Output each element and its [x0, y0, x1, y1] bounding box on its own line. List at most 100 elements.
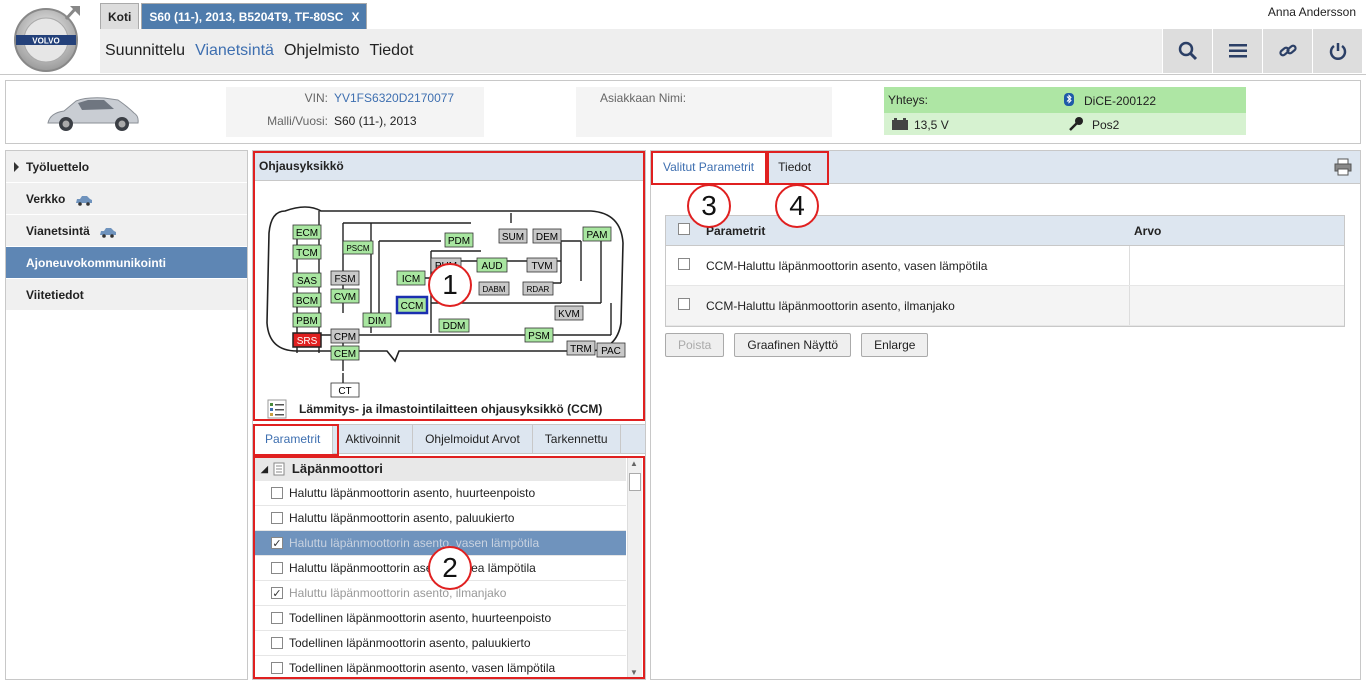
expand-triangle-icon: [14, 162, 19, 172]
graph-button[interactable]: Graafinen Näyttö: [734, 333, 852, 357]
checkbox[interactable]: [271, 612, 283, 624]
scrollbar-thumb[interactable]: [629, 473, 641, 491]
sidebar-item-tyoluettelo[interactable]: Työluettelo: [6, 151, 247, 183]
connection-device: DiCE-200122: [1084, 94, 1157, 108]
checkbox[interactable]: [271, 662, 283, 674]
select-all-checkbox[interactable]: [678, 223, 690, 235]
list-item-label: Haluttu läpänmoottorin asento, ilmanjako: [289, 586, 507, 600]
tab-aktivoinnit[interactable]: Aktivoinnit: [333, 425, 414, 454]
table-row[interactable]: CCM-Haluttu läpänmoottorin asento, vasen…: [666, 246, 1344, 286]
checkbox[interactable]: [271, 562, 283, 574]
table-header: Parametrit Arvo: [666, 216, 1344, 246]
table-row[interactable]: CCM-Haluttu läpänmoottorin asento, ilman…: [666, 286, 1344, 326]
checkbox[interactable]: [678, 298, 690, 310]
list-item-label: Haluttu läpänmoottorin asento, oikea läm…: [289, 561, 536, 575]
ecu-module-label: FSM: [334, 274, 355, 285]
sidebar-item-label: Työluettelo: [26, 160, 90, 174]
tab-valitut-parametrit[interactable]: Valitut Parametrit: [651, 151, 767, 183]
nav-ohjelmisto[interactable]: Ohjelmisto: [279, 29, 365, 73]
ecu-panel-title: Ohjausyksikkö: [253, 151, 645, 181]
connection-label: Yhteys:: [888, 93, 929, 107]
nav-suunnittelu[interactable]: Suunnittelu: [100, 29, 190, 73]
ecu-module-label: SRS: [297, 336, 318, 347]
selected-parameters-panel: Valitut Parametrit Tiedot Parametrit Arv…: [650, 150, 1361, 680]
scroll-down-icon[interactable]: ▼: [630, 668, 638, 677]
document-tabs: Koti S60 (11-), 2013, B5204T9, TF-80SC X: [100, 3, 369, 29]
list-icon: [1228, 44, 1247, 58]
sidebar-item-label: Ajoneuvokommunikointi: [26, 256, 167, 270]
list-item[interactable]: Todellinen läpänmoottorin asento, vasen …: [253, 656, 626, 679]
checkbox-checked[interactable]: ✓: [271, 587, 283, 600]
tab-tiedot[interactable]: Tiedot: [766, 151, 823, 183]
ecu-module-label: PAC: [601, 346, 621, 357]
voltage-value: 13,5 V: [914, 118, 949, 132]
tab-ohjelmoidut-arvot[interactable]: Ohjelmoidut Arvot: [413, 425, 533, 454]
parameter-group-label: Läpänmoottori: [291, 461, 383, 476]
selected-parameters-table: Parametrit Arvo CCM-Haluttu läpänmoottor…: [665, 215, 1345, 327]
document-icon: [273, 462, 285, 476]
enlarge-button[interactable]: Enlarge: [861, 333, 929, 357]
nav-vianetsinta[interactable]: Vianetsintä: [190, 29, 279, 73]
list-item[interactable]: Todellinen läpänmoottorin asento, paluuk…: [253, 631, 626, 656]
checkbox[interactable]: [271, 637, 283, 649]
ecu-module-label: BCM: [296, 296, 318, 307]
ecu-module-label: CCM: [401, 301, 424, 312]
column-header-arvo: Arvo: [1134, 223, 1162, 238]
sidebar-item-ajoneuvokommunikointi[interactable]: Ajoneuvokommunikointi: [6, 247, 247, 279]
vin-panel: VIN: YV1FS6320D2170077 Malli/Vuosi: S60 …: [226, 87, 484, 137]
list-item-label: Haluttu läpänmoottorin asento, huurteenp…: [289, 486, 536, 500]
vin-value[interactable]: YV1FS6320D2170077: [334, 91, 454, 105]
selected-ecu-label: Lämmitys- ja ilmastointilaitteen ohjausy…: [299, 402, 603, 416]
ecu-module-label: ECM: [296, 228, 318, 239]
list-item[interactable]: Haluttu läpänmoottorin asento, paluukier…: [253, 506, 626, 531]
car-icon: [100, 227, 117, 238]
power-button[interactable]: [1312, 29, 1362, 73]
print-icon[interactable]: [1334, 158, 1352, 176]
callout-3: 3: [687, 184, 731, 228]
list-item-label: Haluttu läpänmoottorin asento, vasen läm…: [289, 536, 540, 550]
ecu-module-label: DIM: [368, 316, 386, 327]
tab-tarkennettu[interactable]: Tarkennettu: [533, 425, 621, 454]
ecu-module-label: ICM: [402, 274, 420, 285]
ecu-module-label: PSCM: [346, 244, 369, 253]
link-button[interactable]: [1262, 29, 1312, 73]
ecu-module-label: PDM: [448, 236, 470, 247]
parameter-tabs: Parametrit Aktivoinnit Ohjelmoidut Arvot…: [253, 424, 645, 454]
link-icon: [1278, 44, 1297, 57]
tab-home[interactable]: Koti: [100, 3, 140, 29]
close-tab-icon[interactable]: X: [351, 10, 359, 24]
callout-4: 4: [775, 184, 819, 228]
checkbox-checked[interactable]: ✓: [271, 537, 283, 550]
ecu-module-label: SUM: [502, 232, 524, 243]
volvo-logo: VOLVO: [14, 6, 80, 72]
list-item-label: Todellinen läpänmoottorin asento, vasen …: [289, 661, 556, 675]
list-item[interactable]: Haluttu läpänmoottorin asento, huurteenp…: [253, 481, 626, 506]
parameter-group[interactable]: ◢ Läpänmoottori: [253, 457, 626, 481]
checkbox[interactable]: [271, 512, 283, 524]
tab-vehicle[interactable]: S60 (11-), 2013, B5204T9, TF-80SC X: [141, 3, 368, 29]
checkbox[interactable]: [271, 487, 283, 499]
list-scrollbar[interactable]: ▲ ▼: [627, 457, 642, 679]
list-item[interactable]: Todellinen läpänmoottorin asento, huurte…: [253, 606, 626, 631]
sidebar-item-viitetiedot[interactable]: Viitetiedot: [6, 279, 247, 311]
ecu-module-label: PSM: [528, 331, 550, 342]
sidebar-item-label: Viitetiedot: [26, 288, 84, 302]
app-header: VOLVO Koti S60 (11-), 2013, B5204T9, TF-…: [0, 0, 1366, 75]
checkbox[interactable]: [678, 258, 690, 270]
ecu-module-label: TVM: [531, 261, 552, 272]
main-menu: Suunnittelu Vianetsintä Ohjelmisto Tiedo…: [100, 29, 418, 73]
search-button[interactable]: [1162, 29, 1212, 73]
collapse-triangle-icon[interactable]: ◢: [261, 457, 268, 481]
sidebar-item-verkko[interactable]: Verkko: [6, 183, 247, 215]
sidebar-item-vianetsinta[interactable]: Vianetsintä: [6, 215, 247, 247]
nav-tiedot[interactable]: Tiedot: [365, 29, 419, 73]
remove-button[interactable]: Poista: [665, 333, 725, 357]
table-cell-param: CCM-Haluttu läpänmoottorin asento, vasen…: [706, 246, 1130, 285]
logo-text: VOLVO: [32, 37, 59, 46]
menu-button[interactable]: [1212, 29, 1262, 73]
scroll-up-icon[interactable]: ▲: [630, 459, 638, 468]
tab-parametrit[interactable]: Parametrit: [253, 425, 334, 454]
bluetooth-icon: [1064, 93, 1074, 106]
ecu-module-label: AUD: [481, 261, 502, 272]
ecu-module-label: CEM: [334, 349, 356, 360]
